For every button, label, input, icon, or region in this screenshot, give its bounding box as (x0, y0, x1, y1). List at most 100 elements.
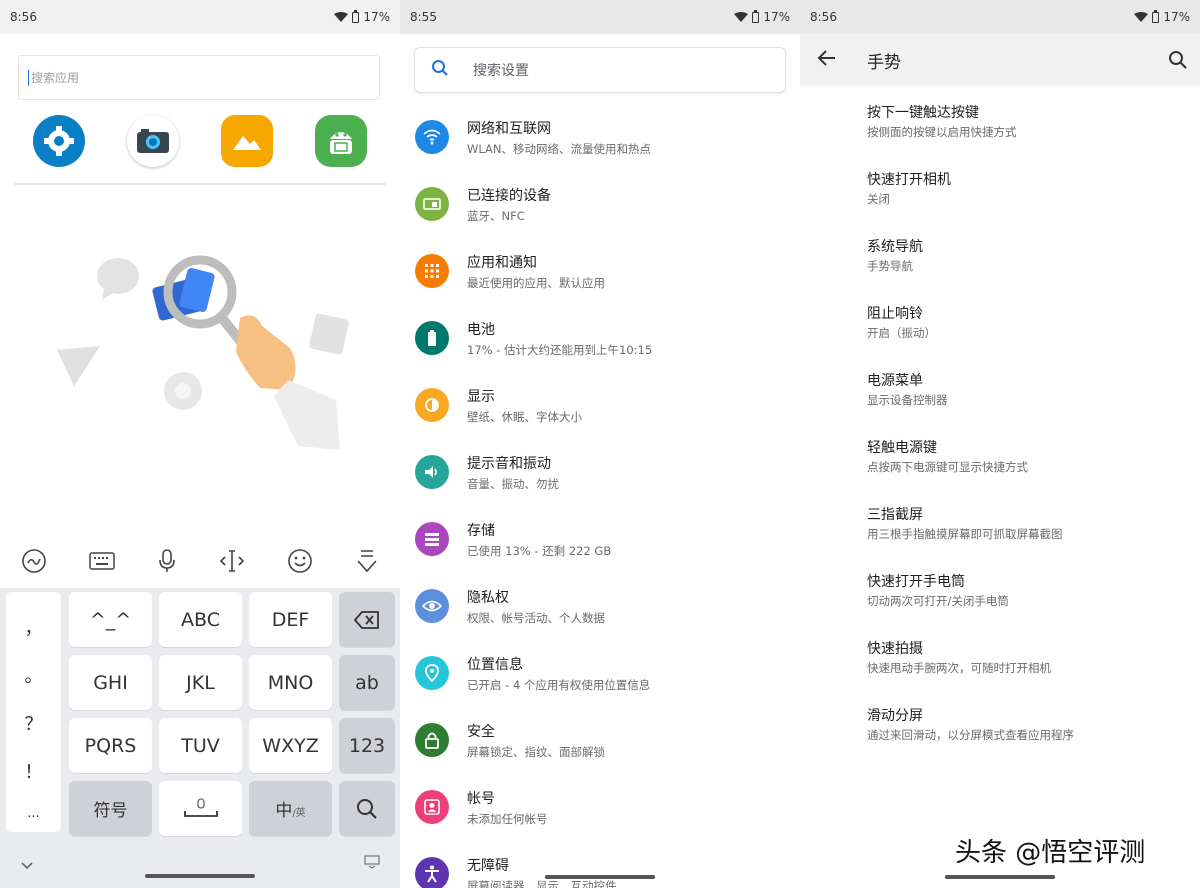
symbols-key[interactable]: 符号 (69, 781, 152, 836)
gesture-item-subtitle: 开启（振动） (867, 326, 936, 340)
punctuation-column: ， 。 ？ ！ ... (6, 592, 61, 832)
settings-item-title: 存储 (467, 523, 495, 539)
gesture-item-subtitle: 切动两次可打开/关闭手电筒 (867, 594, 1009, 608)
emoji-icon[interactable] (287, 548, 313, 578)
app-suggestion-row (0, 115, 400, 175)
gesture-item-title: 轻触电源键 (867, 440, 937, 456)
punct-comma[interactable]: ， (6, 614, 61, 640)
gesture-item[interactable]: 滑动分屏 通过来回滑动，以分屏模式查看应用程序 (800, 691, 1200, 758)
settings-item[interactable]: 无障碍 屏幕阅读器、显示、互动控件 (400, 847, 800, 888)
settings-item[interactable]: 隐私权 权限、帐号活动、个人数据 (400, 579, 800, 646)
key-emoticon[interactable]: ^_^ (69, 592, 152, 647)
settings-item-title: 已连接的设备 (467, 188, 551, 204)
battery-icon (415, 321, 449, 355)
settings-item-subtitle: 最近使用的应用、默认应用 (467, 276, 605, 290)
empty-search-illustration (40, 240, 370, 480)
handwriting-icon[interactable] (21, 548, 47, 578)
gallery-app-icon[interactable] (221, 115, 273, 167)
triple-screenshot: 8:56 17% 搜索应用 ， 。 ？ ！ ... ^_^ ABC DEF GH… (0, 0, 1200, 888)
numbers-key[interactable]: 123 (339, 718, 395, 773)
key-mno[interactable]: MNO (249, 655, 332, 710)
gesture-item[interactable]: 快速打开相机 关闭 (800, 155, 1200, 222)
status-indicators: 17% (1134, 9, 1190, 24)
home-gesture-handle[interactable] (945, 875, 1055, 879)
collapse-keyboard-icon[interactable] (355, 548, 379, 578)
settings-item-title: 电池 (467, 322, 495, 338)
gesture-item-title: 快速打开手电筒 (867, 574, 965, 590)
keyboard-switch-icon[interactable] (364, 854, 380, 873)
search-icon (357, 798, 377, 819)
settings-item[interactable]: 帐号 未添加任何帐号 (400, 780, 800, 847)
status-bar: 8:55 17% (400, 0, 800, 34)
home-gesture-handle[interactable] (545, 875, 655, 879)
battery-icon (752, 9, 760, 23)
search-icon[interactable] (1168, 50, 1188, 74)
settings-item[interactable]: 显示 壁纸、休眠、字体大小 (400, 378, 800, 445)
gesture-item-title: 快速打开相机 (867, 172, 951, 188)
settings-item-title: 位置信息 (467, 657, 523, 673)
t9-keyboard: ， 。 ？ ！ ... ^_^ ABC DEF GHI JKL MNO ab P… (0, 588, 400, 888)
apps-icon (415, 254, 449, 288)
settings-item-title: 提示音和振动 (467, 456, 551, 472)
gesture-item[interactable]: 系统导航 手势导航 (800, 222, 1200, 289)
gesture-item[interactable]: 快速拍摄 快速甩动手腕两次，可随时打开相机 (800, 624, 1200, 691)
gesture-item[interactable]: 快速打开手电筒切动两次可打开/关闭手电筒 (800, 557, 1200, 624)
camera-app-icon[interactable] (127, 115, 179, 167)
settings-search-input[interactable]: 搜索设置 (414, 47, 786, 93)
gesture-item-subtitle: 显示设备控制器 (867, 393, 948, 407)
space-bar-icon (183, 797, 218, 817)
gesture-item-title: 系统导航 (867, 239, 923, 255)
key-ghi[interactable]: GHI (69, 655, 152, 710)
gesture-item[interactable]: 电源菜单 显示设备控制器 (800, 356, 1200, 423)
settings-item[interactable]: 安全 屏幕锁定、指纹、面部解锁 (400, 713, 800, 780)
status-indicators: 17% (334, 9, 390, 24)
gesture-item[interactable]: 按下一键触达按键 按侧面的按键以启用快捷方式 (800, 88, 1200, 155)
key-jkl[interactable]: JKL (159, 655, 242, 710)
settings-item[interactable]: 电池 17% - 估计大约还能用到上午10:15 (400, 311, 800, 378)
gesture-item[interactable]: 轻触电源键 点按两下电源键可显示快捷方式 (800, 423, 1200, 490)
key-wxyz[interactable]: WXYZ (249, 718, 332, 773)
punct-period[interactable]: 。 (6, 662, 61, 688)
cursor-move-icon[interactable] (219, 548, 245, 578)
punct-ellipsis[interactable]: ... (6, 806, 61, 821)
keyboard-icon[interactable] (89, 551, 115, 575)
back-arrow-icon[interactable] (817, 48, 837, 72)
punct-question[interactable]: ？ (6, 710, 61, 736)
wifi-icon (415, 120, 449, 154)
chevron-down-icon[interactable] (20, 856, 34, 875)
launcher-panel: 8:56 17% 搜索应用 ， 。 ？ ！ ... ^_^ ABC DEF GH… (0, 0, 400, 888)
key-def[interactable]: DEF (249, 592, 332, 647)
battery-icon (1152, 9, 1160, 23)
settings-item-subtitle: 屏幕锁定、指纹、面部解锁 (467, 745, 605, 759)
gesture-item[interactable]: 阻止响铃 开启（振动） (800, 289, 1200, 356)
settings-item[interactable]: 存储 已使用 13% - 还剩 222 GB (400, 512, 800, 579)
key-pqrs[interactable]: PQRS (69, 718, 152, 773)
settings-item-subtitle: 壁纸、休眠、字体大小 (467, 410, 582, 424)
language-switch-key[interactable]: 中/英 (249, 781, 332, 836)
android-app-icon[interactable] (315, 115, 367, 167)
gestures-app-bar: 手势 (800, 34, 1200, 86)
settings-item[interactable]: 位置信息 已开启 - 4 个应用有权使用位置信息 (400, 646, 800, 713)
app-search-input[interactable]: 搜索应用 (18, 55, 380, 100)
keyboard-toolbar (0, 538, 400, 588)
key-tuv[interactable]: TUV (159, 718, 242, 773)
settings-item-title: 网络和互联网 (467, 121, 551, 137)
settings-item[interactable]: 应用和通知 最近使用的应用、默认应用 (400, 244, 800, 311)
space-key[interactable] (159, 781, 242, 836)
settings-item[interactable]: 提示音和振动 音量、振动、勿扰 (400, 445, 800, 512)
settings-app-icon[interactable] (33, 115, 85, 167)
gesture-item-title: 三指截屏 (867, 507, 923, 523)
settings-item[interactable]: 网络和互联网 WLAN、移动网络、流量使用和热点 (400, 110, 800, 177)
home-gesture-handle[interactable] (145, 874, 255, 878)
search-icon (431, 59, 449, 81)
key-abc[interactable]: ABC (159, 592, 242, 647)
settings-item[interactable]: 已连接的设备 蓝牙、NFC (400, 177, 800, 244)
search-key[interactable] (339, 781, 395, 836)
lock-icon (415, 723, 449, 757)
gesture-item[interactable]: 三指截屏 用三根手指触摸屏幕即可抓取屏幕截图 (800, 490, 1200, 557)
ab-key[interactable]: ab (339, 655, 395, 710)
punct-exclaim[interactable]: ！ (6, 758, 61, 784)
app-row-divider (14, 183, 386, 185)
microphone-icon[interactable] (157, 548, 177, 578)
delete-key[interactable] (339, 592, 395, 647)
